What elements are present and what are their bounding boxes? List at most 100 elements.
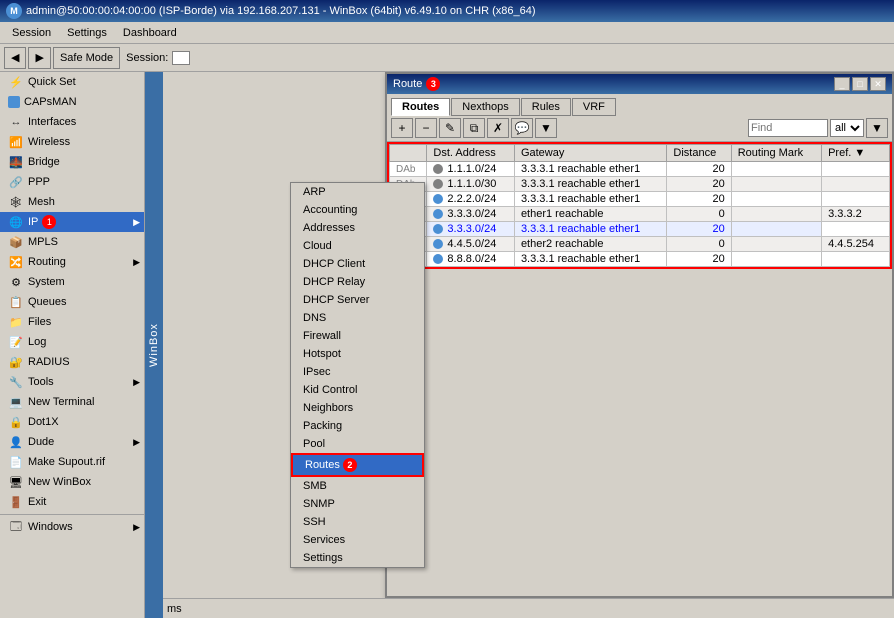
quick-set-icon: ⚡ (8, 74, 24, 90)
sidebar-item-bridge[interactable]: 🌉 Bridge (0, 152, 144, 172)
remove-route-button[interactable]: − (415, 118, 437, 138)
dropdown-item-hotspot[interactable]: Hotspot (291, 345, 424, 363)
disable-route-button[interactable]: ✗ (487, 118, 509, 138)
col-dst[interactable]: Dst. Address (427, 145, 515, 162)
table-row[interactable]: 8.8.8.0/243.3.3.1 reachable ether120 (390, 252, 890, 267)
sidebar-item-ip[interactable]: 🌐 IP 1 ▶ (0, 212, 144, 232)
add-route-button[interactable]: + (391, 118, 413, 138)
dropdown-item-addresses[interactable]: Addresses (291, 219, 424, 237)
row-dst-cell: 3.3.3.0/24 (427, 207, 515, 222)
col-routing-mark[interactable]: Routing Mark (731, 145, 821, 162)
filter-route-button[interactable]: ▼ (535, 118, 557, 138)
sidebar-item-tools[interactable]: 🔧 Tools ▶ (0, 372, 144, 392)
table-row[interactable]: 3.3.3.0/24ether1 reachable03.3.3.2 (390, 207, 890, 222)
dropdown-item-accounting[interactable]: Accounting (291, 201, 424, 219)
row-pref-cell (822, 222, 890, 237)
sidebar-item-system[interactable]: ⚙ System (0, 272, 144, 292)
dropdown-item-smb[interactable]: SMB (291, 477, 424, 495)
sidebar-item-make-supout[interactable]: 📄 Make Supout.rif (0, 452, 144, 472)
menu-session[interactable]: Session (4, 25, 59, 41)
tab-nexthops[interactable]: Nexthops (451, 98, 519, 116)
tab-rules[interactable]: Rules (521, 98, 571, 116)
dropdown-item-dns[interactable]: DNS (291, 309, 424, 327)
find-arrow-button[interactable]: ▼ (866, 118, 888, 138)
row-distance-cell: 20 (667, 192, 731, 207)
sidebar-item-dot1x[interactable]: 🔒 Dot1X (0, 412, 144, 432)
dropdown-item-neighbors[interactable]: Neighbors (291, 399, 424, 417)
dropdown-item-dhcp-client[interactable]: DHCP Client (291, 255, 424, 273)
col-distance[interactable]: Distance (667, 145, 731, 162)
row-distance-cell: 20 (667, 222, 731, 237)
dropdown-item-dhcp-server[interactable]: DHCP Server (291, 291, 424, 309)
dropdown-item-pool[interactable]: Pool (291, 435, 424, 453)
dropdown-item-dhcp-relay[interactable]: DHCP Relay (291, 273, 424, 291)
sidebar-item-quick-set[interactable]: ⚡ Quick Set (0, 72, 144, 92)
dropdown-item-packing[interactable]: Packing (291, 417, 424, 435)
dropdown-item-arp[interactable]: ARP (291, 183, 424, 201)
table-row[interactable]: 3.3.3.0/243.3.3.1 reachable ether120 (390, 222, 890, 237)
dropdown-item-cloud[interactable]: Cloud (291, 237, 424, 255)
files-icon: 📁 (8, 314, 24, 330)
safe-mode-button[interactable]: Safe Mode (53, 47, 120, 69)
maximize-button[interactable]: □ (852, 77, 868, 91)
edit-route-button[interactable]: ✎ (439, 118, 461, 138)
sidebar-item-queues[interactable]: 📋 Queues (0, 292, 144, 312)
sidebar-item-mpls[interactable]: 📦 MPLS (0, 232, 144, 252)
app-icon: M (6, 3, 22, 19)
sidebar-item-routing[interactable]: 🔀 Routing ▶ (0, 252, 144, 272)
col-gateway[interactable]: Gateway (514, 145, 666, 162)
capsman-icon (8, 96, 20, 108)
ppp-icon: 🔗 (8, 174, 24, 190)
dropdown-item-firewall[interactable]: Firewall (291, 327, 424, 345)
dropdown-item-ipsec[interactable]: IPsec (291, 363, 424, 381)
dropdown-item-snmp[interactable]: SNMP (291, 495, 424, 513)
dropdown-item-ssh[interactable]: SSH (291, 513, 424, 531)
dropdown-item-settings[interactable]: Settings (291, 549, 424, 567)
close-button[interactable]: ✕ (870, 77, 886, 91)
sidebar-item-exit[interactable]: 🚪 Exit (0, 492, 144, 512)
find-select[interactable]: all (830, 119, 864, 137)
sidebar-item-log[interactable]: 📝 Log (0, 332, 144, 352)
back-button[interactable]: ◀ (4, 47, 26, 69)
mpls-icon: 📦 (8, 234, 24, 250)
dropdown-item-kid-control[interactable]: Kid Control (291, 381, 424, 399)
tab-routes[interactable]: Routes (391, 98, 450, 116)
sidebar-item-ppp[interactable]: 🔗 PPP (0, 172, 144, 192)
copy-route-button[interactable]: ⧉ (463, 118, 485, 138)
sidebar-item-radius[interactable]: 🔐 RADIUS (0, 352, 144, 372)
sidebar-item-capsman[interactable]: CAPsMAN (0, 92, 144, 112)
sidebar-item-new-winbox[interactable]: 🖥 New WinBox (0, 472, 144, 492)
sidebar-item-files[interactable]: 📁 Files (0, 312, 144, 332)
minimize-button[interactable]: _ (834, 77, 850, 91)
dropdown-item-services[interactable]: Services (291, 531, 424, 549)
table-row[interactable]: DAb1.1.1.0/303.3.3.1 reachable ether120 (390, 177, 890, 192)
terminal-icon: 💻 (8, 394, 24, 410)
row-dst-cell: 1.1.1.0/24 (427, 162, 515, 177)
menu-dashboard[interactable]: Dashboard (115, 25, 185, 41)
table-row[interactable]: 4.4.5.0/24ether2 reachable04.4.5.254 (390, 237, 890, 252)
sidebar-item-dude[interactable]: 👤 Dude ▶ (0, 432, 144, 452)
row-pref-cell (822, 252, 890, 267)
menu-bar: Session Settings Dashboard (0, 22, 894, 44)
col-pref[interactable]: Pref. ▼ (822, 145, 890, 162)
row-dst-cell: 1.1.1.0/30 (427, 177, 515, 192)
dropdown-item-routes[interactable]: Routes 2 (291, 453, 424, 477)
sidebar-item-wireless[interactable]: 📶 Wireless (0, 132, 144, 152)
sidebar-item-interfaces[interactable]: ↔ Interfaces (0, 112, 144, 132)
sidebar-item-new-terminal[interactable]: 💻 New Terminal (0, 392, 144, 412)
wireless-icon: 📶 (8, 134, 24, 150)
tab-vrf[interactable]: VRF (572, 98, 616, 116)
table-row[interactable]: 2.2.2.0/243.3.3.1 reachable ether120 (390, 192, 890, 207)
comment-route-button[interactable]: 💬 (511, 118, 533, 138)
find-input[interactable] (748, 119, 828, 137)
row-routing-mark-cell (731, 207, 821, 222)
table-row[interactable]: DAb1.1.1.0/243.3.3.1 reachable ether120 (390, 162, 890, 177)
row-gateway-cell: 3.3.3.1 reachable ether1 (514, 252, 666, 267)
tools-arrow: ▶ (133, 377, 140, 388)
menu-settings[interactable]: Settings (59, 25, 115, 41)
row-routing-mark-cell (731, 192, 821, 207)
title-text: admin@50:00:00:04:00:00 (ISP-Borde) via … (26, 5, 536, 17)
forward-button[interactable]: ▶ (28, 47, 50, 69)
sidebar-item-windows[interactable]: 🗔 Windows ▶ (0, 517, 144, 537)
sidebar-item-mesh[interactable]: 🕸 Mesh (0, 192, 144, 212)
